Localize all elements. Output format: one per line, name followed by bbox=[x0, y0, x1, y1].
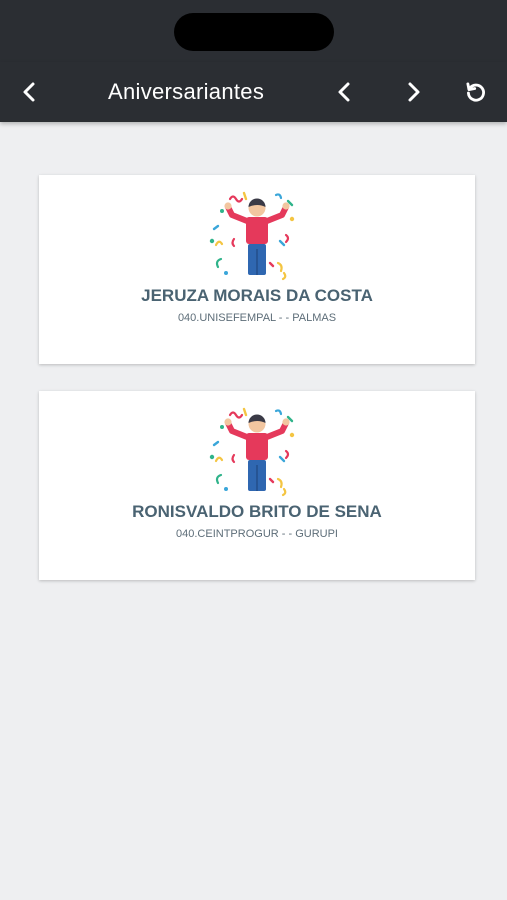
app-bar: Aniversariantes bbox=[0, 62, 507, 122]
celebration-person-icon bbox=[209, 191, 295, 281]
next-day-button[interactable] bbox=[391, 62, 435, 122]
person-name: JERUZA MORAIS DA COSTA bbox=[141, 286, 373, 305]
person-unit: 040.UNISEFEMPAL - - PALMAS bbox=[177, 312, 337, 324]
status-bar bbox=[0, 0, 507, 62]
page-title: Aniversariantes bbox=[108, 79, 265, 104]
back-button[interactable] bbox=[8, 62, 52, 122]
birthday-card[interactable]: JERUZA MORAIS DA COSTA 040.UNISEFEMPAL -… bbox=[39, 175, 475, 364]
previous-day-button[interactable] bbox=[323, 62, 367, 122]
chevron-left-icon bbox=[23, 82, 35, 102]
refresh-button[interactable] bbox=[454, 62, 498, 122]
birthday-card[interactable]: RONISVALDO BRITO DE SENA 040.CEINTPROGUR… bbox=[39, 391, 475, 580]
person-name: RONISVALDO BRITO DE SENA bbox=[132, 502, 382, 521]
refresh-icon bbox=[466, 82, 485, 102]
celebration-person-icon bbox=[209, 407, 295, 497]
birthday-list: JERUZA MORAIS DA COSTA 040.UNISEFEMPAL -… bbox=[39, 175, 475, 607]
camera-notch bbox=[174, 13, 334, 51]
chevron-right-icon bbox=[408, 82, 420, 102]
chevron-left-icon bbox=[338, 82, 350, 102]
person-unit: 040.CEINTPROGUR - - GURUPI bbox=[176, 528, 338, 540]
